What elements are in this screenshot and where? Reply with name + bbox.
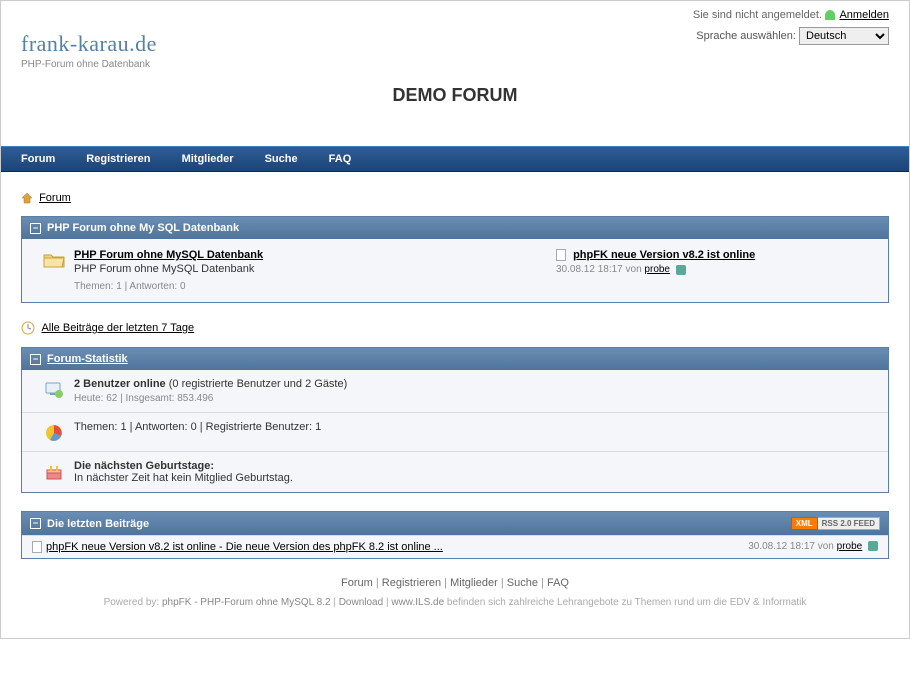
statistics-header: − Forum-Statistik bbox=[22, 348, 888, 370]
pie-chart-icon bbox=[44, 423, 64, 443]
latest-posts-title: Die letzten Beiträge bbox=[47, 518, 791, 530]
breadcrumb-forum[interactable]: Forum bbox=[39, 192, 71, 204]
rss-xml-badge: XML bbox=[791, 517, 818, 530]
forum-description: PHP Forum ohne MySQL Datenbank bbox=[74, 263, 556, 275]
online-detail: (0 registrierte Benutzer und 2 Gäste) bbox=[166, 378, 348, 390]
latest-posts-header: − Die letzten Beiträge XMLRSS 2.0 FEED bbox=[22, 512, 888, 535]
footer-credits: Powered by: phpFK - PHP-Forum ohne MySQL… bbox=[21, 597, 889, 608]
footer-nav-register[interactable]: Registrieren bbox=[382, 577, 441, 589]
birthday-text: In nächster Zeit hat kein Mitglied Gebur… bbox=[74, 472, 876, 484]
breadcrumb: Forum bbox=[21, 192, 889, 204]
birthday-title: Die nächsten Geburtstage: bbox=[74, 460, 214, 472]
not-logged-in-text: Sie sind nicht angemeldet. bbox=[693, 9, 822, 21]
last-post-user[interactable]: probe bbox=[644, 264, 670, 275]
logo-title: frank-karau.de bbox=[21, 31, 157, 57]
forum-counts: Themen: 1 | Antworten: 0 | Registrierte … bbox=[74, 421, 876, 433]
logo-subtitle: PHP-Forum ohne Datenbank bbox=[21, 59, 157, 70]
online-count: 2 Benutzer online bbox=[74, 378, 166, 390]
nav-forum[interactable]: Forum bbox=[21, 153, 55, 165]
nav-members[interactable]: Mitglieder bbox=[182, 153, 234, 165]
statistics-panel: − Forum-Statistik 2 Benutzer online (0 r… bbox=[21, 347, 889, 493]
latest-posts-panel: − Die letzten Beiträge XMLRSS 2.0 FEED p… bbox=[21, 511, 889, 559]
users-online-icon bbox=[44, 380, 64, 400]
clock-icon bbox=[21, 321, 35, 335]
category-header: − PHP Forum ohne My SQL Datenbank bbox=[22, 217, 888, 239]
visit-counts: Heute: 62 | Insgesamt: 853.496 bbox=[74, 393, 876, 404]
nav-search[interactable]: Suche bbox=[265, 153, 298, 165]
latest-post-link[interactable]: phpFK neue Version v8.2 ist online - Die… bbox=[46, 541, 443, 553]
footer-nav: Forum | Registrieren | Mitglieder | Such… bbox=[21, 577, 889, 589]
page-icon bbox=[556, 249, 566, 261]
language-label: Sprache auswählen: bbox=[696, 30, 796, 42]
login-link[interactable]: Anmelden bbox=[839, 9, 889, 21]
collapse-icon[interactable]: − bbox=[30, 223, 41, 234]
latest-post-user[interactable]: probe bbox=[837, 541, 863, 552]
nav-faq[interactable]: FAQ bbox=[329, 153, 352, 165]
stat-birthday-row: Die nächsten Geburtstage: In nächster Ze… bbox=[22, 451, 888, 492]
footer-nav-faq[interactable]: FAQ bbox=[547, 577, 569, 589]
main-navbar: Forum Registrieren Mitglieder Suche FAQ bbox=[1, 146, 909, 172]
goto-icon[interactable] bbox=[676, 265, 686, 275]
user-icon bbox=[825, 10, 835, 20]
rss-link[interactable]: XMLRSS 2.0 FEED bbox=[791, 517, 880, 530]
language-select[interactable]: Deutsch bbox=[799, 27, 889, 45]
birthday-icon bbox=[44, 462, 64, 482]
page-icon bbox=[32, 541, 42, 553]
nav-register[interactable]: Registrieren bbox=[86, 153, 150, 165]
footer-download-link[interactable]: Download bbox=[339, 597, 383, 608]
login-status-row: Sie sind nicht angemeldet. Anmelden bbox=[21, 9, 889, 21]
home-icon bbox=[21, 192, 33, 204]
folder-icon bbox=[43, 251, 65, 269]
site-logo[interactable]: frank-karau.de PHP-Forum ohne Datenbank bbox=[21, 31, 157, 70]
statistics-title-link[interactable]: Forum-Statistik bbox=[47, 353, 128, 365]
category-title: PHP Forum ohne My SQL Datenbank bbox=[47, 222, 239, 234]
stat-online-row: 2 Benutzer online (0 registrierte Benutz… bbox=[22, 370, 888, 412]
footer-product-link[interactable]: phpFK - PHP-Forum ohne MySQL 8.2 bbox=[162, 597, 331, 608]
footer-ils-link[interactable]: www.ILS.de bbox=[391, 597, 444, 608]
footer-nav-members[interactable]: Mitglieder bbox=[450, 577, 498, 589]
latest-post-time: 30.08.12 18:17 von bbox=[748, 541, 836, 552]
recent-7-days-link[interactable]: Alle Beiträge der letzten 7 Tage bbox=[41, 322, 194, 334]
footer-nav-search[interactable]: Suche bbox=[507, 577, 538, 589]
footer-nav-forum[interactable]: Forum bbox=[341, 577, 373, 589]
collapse-icon[interactable]: − bbox=[30, 518, 41, 529]
forum-name-link[interactable]: PHP Forum ohne MySQL Datenbank bbox=[74, 249, 263, 261]
last-post-time: 30.08.12 18:17 von bbox=[556, 264, 644, 275]
latest-post-row: phpFK neue Version v8.2 ist online - Die… bbox=[22, 535, 888, 558]
recent-posts-row: Alle Beiträge der letzten 7 Tage bbox=[21, 321, 889, 335]
rss-feed-badge: RSS 2.0 FEED bbox=[818, 517, 880, 530]
collapse-icon[interactable]: − bbox=[30, 354, 41, 365]
page-title: DEMO FORUM bbox=[21, 85, 889, 106]
category-panel: − PHP Forum ohne My SQL Datenbank PHP Fo… bbox=[21, 216, 889, 303]
goto-icon[interactable] bbox=[868, 541, 878, 551]
last-post-link[interactable]: phpFK neue Version v8.2 ist online bbox=[573, 249, 755, 261]
forum-meta: Themen: 1 | Antworten: 0 bbox=[74, 281, 556, 292]
stat-counts-row: Themen: 1 | Antworten: 0 | Registrierte … bbox=[22, 412, 888, 451]
forum-row: PHP Forum ohne MySQL Datenbank PHP Forum… bbox=[22, 239, 888, 302]
